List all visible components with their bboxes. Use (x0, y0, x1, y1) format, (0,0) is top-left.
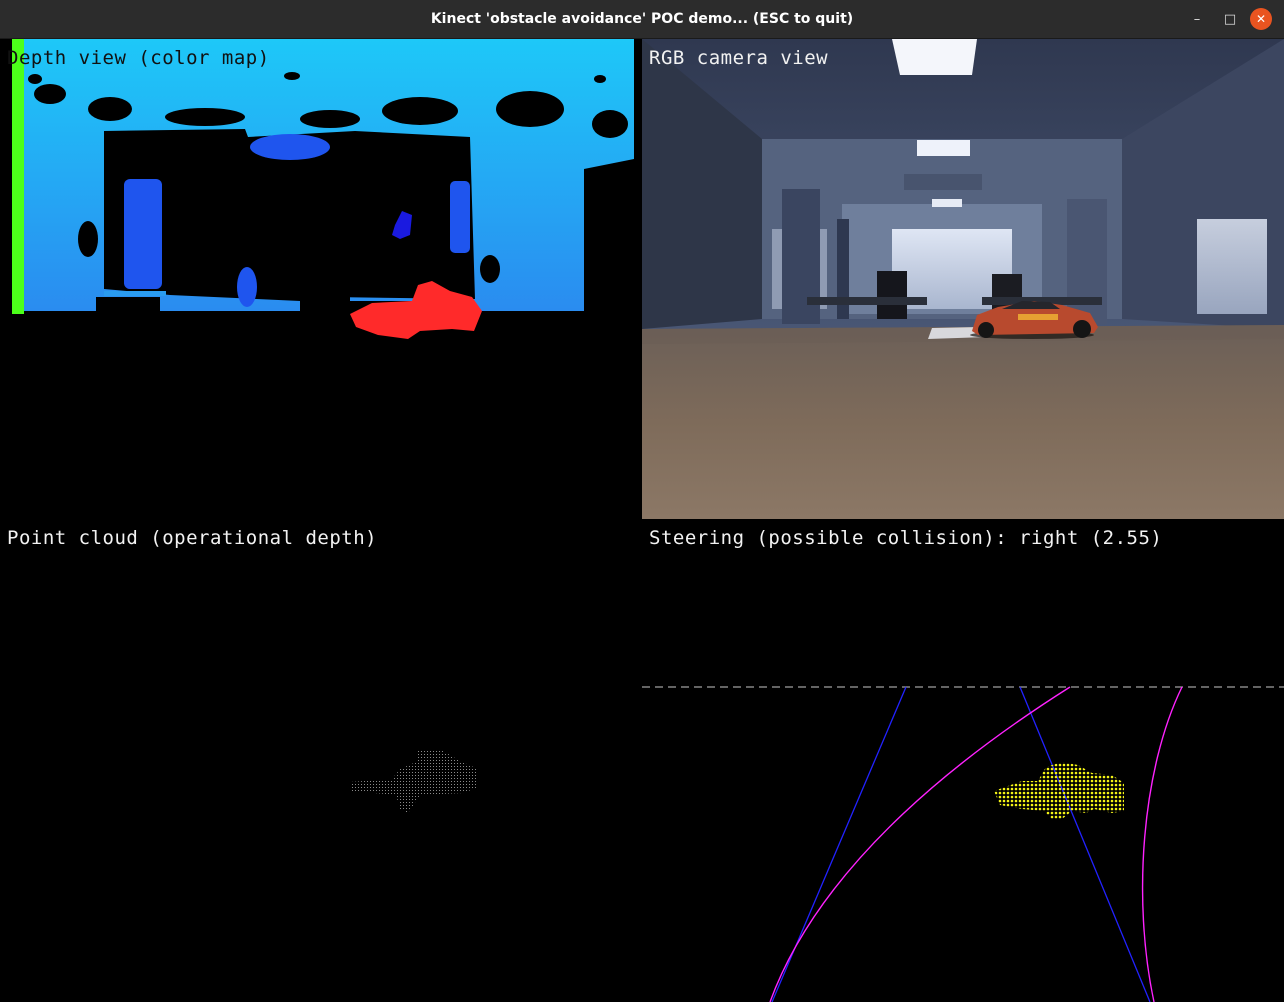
point-cloud-plot (350, 749, 478, 813)
steering-left-boundary (771, 686, 907, 1002)
window-titlebar[interactable]: Kinect 'obstacle avoidance' POC demo... … (0, 0, 1284, 39)
rgb-camera-image (642, 39, 1284, 519)
steering-obstacle-points (994, 762, 1124, 819)
point-cloud-panel: Point cloud (operational depth) (0, 519, 642, 1002)
depth-view-panel: Depth view (color map) (0, 39, 642, 519)
maximize-icon[interactable]: □ (1219, 8, 1241, 30)
minimize-icon[interactable]: – (1186, 8, 1208, 30)
window-title: Kinect 'obstacle avoidance' POC demo... … (430, 11, 854, 27)
rgb-camera-label: RGB camera view (649, 47, 829, 69)
rgb-camera-panel: RGB camera view (642, 39, 1284, 519)
depth-color-map (0, 39, 642, 519)
depth-view-label: Depth view (color map) (7, 47, 270, 69)
window-content: Depth view (color map) RGB camera view P… (0, 39, 1284, 1002)
close-icon[interactable]: ✕ (1250, 8, 1272, 30)
point-cloud-label: Point cloud (operational depth) (7, 527, 378, 549)
steering-path-left (769, 686, 1071, 1002)
steering-path-right (1141, 686, 1183, 1002)
steering-plot (642, 686, 1284, 1002)
steering-panel: Steering (possible collision): right (2.… (642, 519, 1284, 1002)
steering-label: Steering (possible collision): right (2.… (649, 527, 1163, 549)
steering-right-boundary (1019, 686, 1151, 1002)
